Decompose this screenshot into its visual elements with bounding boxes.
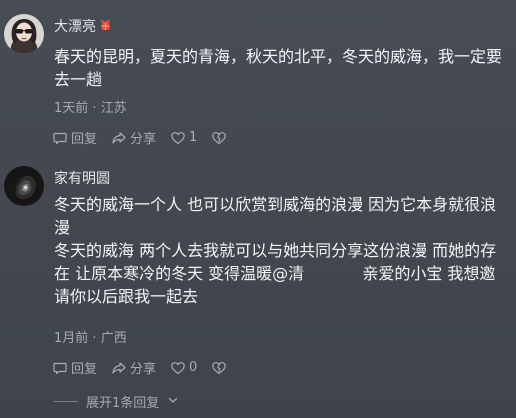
- reply-label: 回复: [71, 362, 98, 377]
- share-arrow-icon: [111, 130, 127, 146]
- like-count: 1: [189, 130, 198, 145]
- reply-label: 回复: [71, 132, 98, 147]
- comment-actions: 回复 分享 0: [52, 358, 241, 377]
- heart-icon: [170, 130, 186, 146]
- broken-heart-icon: [211, 360, 227, 376]
- share-label: 分享: [130, 132, 157, 147]
- dislike-button[interactable]: [211, 360, 227, 376]
- expand-divider: [54, 401, 78, 402]
- chevron-down-icon: [167, 394, 179, 410]
- share-button[interactable]: 分享: [111, 358, 156, 377]
- like-button[interactable]: 1: [170, 130, 197, 146]
- reply-button[interactable]: 回复: [52, 358, 97, 377]
- share-arrow-icon: [111, 360, 127, 376]
- avatar[interactable]: [4, 14, 44, 54]
- gift-badge-icon: [98, 17, 113, 36]
- expand-replies-button[interactable]: 展开1条回复: [54, 392, 179, 411]
- meta-separator: ·: [92, 331, 101, 346]
- like-button[interactable]: 0: [170, 360, 197, 376]
- heart-icon: [170, 360, 186, 376]
- comment-username[interactable]: 大漂亮: [54, 16, 113, 36]
- like-count: 0: [189, 360, 198, 375]
- broken-heart-icon: [211, 130, 227, 146]
- comment-text: 冬天的威海一个人 也可以欣赏到威海的浪漫 因为它本身就很浪漫 冬天的威海 两个人…: [54, 195, 497, 306]
- reply-button[interactable]: 回复: [52, 128, 97, 147]
- comment-bubble-icon: [52, 360, 68, 376]
- comment-username[interactable]: 家有明圆: [54, 168, 110, 188]
- comment-meta: 1月前 · 广西: [54, 327, 127, 346]
- share-label: 分享: [130, 362, 157, 377]
- username-text: 家有明圆: [54, 171, 110, 187]
- comment-time: 1月前: [54, 331, 89, 346]
- comment-text: 春天的昆明，夏天的青海，秋天的北平，冬天的威海，我一定要去一趟: [54, 47, 503, 89]
- comment-bubble-icon: [52, 130, 68, 146]
- username-text: 大漂亮: [54, 19, 96, 35]
- meta-separator: ·: [92, 101, 101, 116]
- expand-replies-label: 展开1条回复: [86, 396, 160, 411]
- avatar[interactable]: [4, 166, 44, 206]
- comment-location: 江苏: [100, 101, 127, 116]
- comment-actions: 回复 分享 1: [52, 128, 241, 147]
- comment-location: 广西: [100, 331, 127, 346]
- comment-time: 1天前: [54, 101, 89, 116]
- share-button[interactable]: 分享: [111, 128, 156, 147]
- comment-meta: 1天前 · 江苏: [54, 97, 127, 116]
- dislike-button[interactable]: [211, 130, 227, 146]
